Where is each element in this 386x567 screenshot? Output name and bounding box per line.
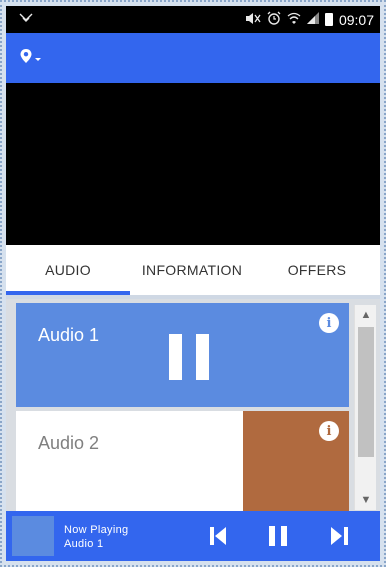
scroll-down-icon[interactable]: ▼ xyxy=(355,490,377,510)
chevron-down-icon xyxy=(35,57,41,61)
audio-card-2[interactable]: Audio 2 i xyxy=(16,411,349,511)
tab-audio-label: AUDIO xyxy=(45,262,91,278)
info-icon[interactable]: i xyxy=(319,421,339,441)
scroll-up-icon[interactable]: ▲ xyxy=(355,305,377,325)
audio-card-title: Audio 2 xyxy=(38,433,100,453)
status-time: 09:07 xyxy=(338,11,374,28)
pause-icon[interactable] xyxy=(269,525,287,547)
location-selector[interactable] xyxy=(20,48,41,68)
tab-information-label: INFORMATION xyxy=(141,262,243,278)
app-screen: 09:07 AUDIO INFORMATION OFFERS Audio 1 i xyxy=(6,6,380,561)
signal-icon xyxy=(306,12,319,27)
location-pin-icon xyxy=(20,48,32,68)
audio-card-1[interactable]: Audio 1 i xyxy=(16,303,349,407)
list-scrollbar[interactable]: ▲ ▼ xyxy=(354,305,376,510)
battery-icon xyxy=(324,13,333,26)
tab-audio[interactable]: AUDIO xyxy=(6,245,130,295)
pause-icon[interactable] xyxy=(169,334,209,380)
video-player[interactable] xyxy=(6,83,380,245)
tab-information[interactable]: INFORMATION xyxy=(130,245,254,295)
tab-bar: AUDIO INFORMATION OFFERS xyxy=(6,245,380,295)
vibrate-icon xyxy=(18,12,34,27)
audio-thumbnail: i xyxy=(243,411,349,511)
tab-offers-label: OFFERS xyxy=(287,262,347,278)
now-playing-label: Now Playing xyxy=(64,524,129,536)
audio-card-title: Audio 1 xyxy=(38,325,100,345)
wifi-icon xyxy=(287,12,301,28)
now-playing-bar: Now Playing Audio 1 xyxy=(6,511,380,561)
status-bar: 09:07 xyxy=(6,6,380,33)
mute-icon xyxy=(245,12,261,28)
app-bar xyxy=(6,33,380,83)
tab-offers[interactable]: OFFERS xyxy=(254,245,380,295)
previous-icon[interactable] xyxy=(210,525,226,547)
now-playing-thumbnail xyxy=(12,516,54,556)
next-icon[interactable] xyxy=(331,525,349,547)
now-playing-track: Audio 1 xyxy=(64,538,104,550)
audio-list: Audio 1 i Audio 2 i xyxy=(6,299,380,511)
info-icon[interactable]: i xyxy=(319,313,339,333)
now-playing-info: Now Playing Audio 1 xyxy=(64,523,128,551)
scrollbar-thumb[interactable] xyxy=(358,327,374,457)
alarm-icon xyxy=(267,11,281,28)
